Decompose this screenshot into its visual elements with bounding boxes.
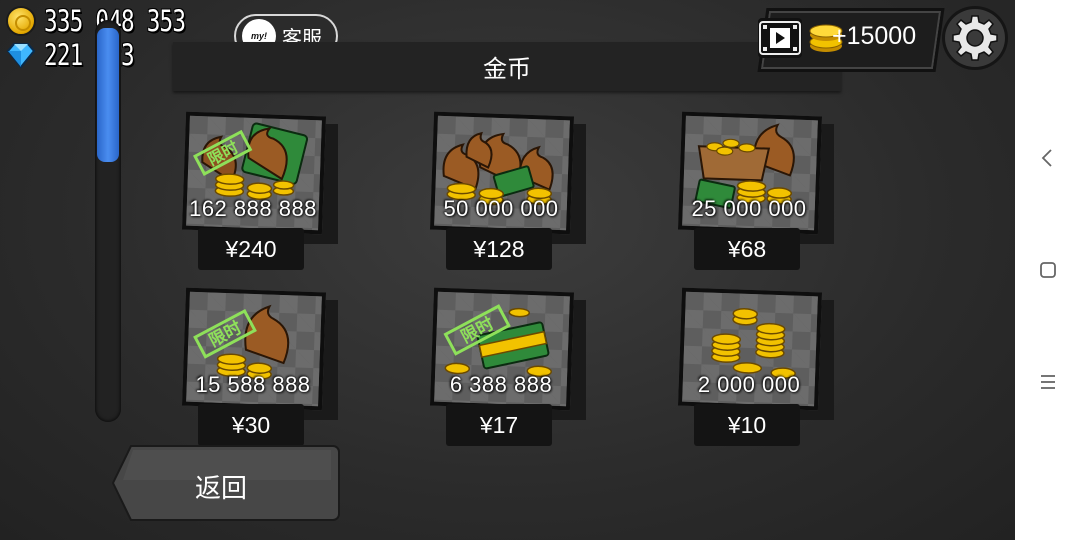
shop-item[interactable]: 25 000 000 ¥68 bbox=[677, 111, 840, 294]
video-reward-amount: +15000 bbox=[832, 22, 917, 50]
game-screen: 335 048 353 221 023 my! 客服 金币 bbox=[0, 0, 1015, 540]
item-amount: 2 000 000 bbox=[697, 372, 801, 397]
shop-item[interactable]: 50 000 000 ¥128 bbox=[429, 111, 592, 294]
item-amount: 162 888 888 bbox=[189, 196, 317, 221]
back-button[interactable]: 返回 bbox=[111, 444, 340, 522]
title-bar: 金币 bbox=[173, 42, 841, 91]
system-navigation-bar bbox=[1015, 0, 1080, 540]
item-price[interactable]: ¥17 bbox=[446, 404, 552, 446]
recents-icon[interactable] bbox=[1035, 369, 1061, 395]
item-price[interactable]: ¥30 bbox=[198, 404, 304, 446]
item-amount: 50 000 000 bbox=[443, 196, 559, 221]
watch-video-reward-button[interactable]: +15000 bbox=[757, 8, 945, 72]
shop-item[interactable]: 限时 6 388 888 ¥17 bbox=[429, 287, 592, 470]
shop-item[interactable]: 限时 162 888 888 ¥240 bbox=[181, 111, 344, 294]
gear-icon bbox=[952, 15, 998, 61]
back-button-label: 返回 bbox=[195, 474, 248, 504]
gold-coin-icon bbox=[6, 6, 36, 36]
shop-item[interactable]: 限时 15 588 888 ¥30 bbox=[181, 287, 344, 470]
home-icon[interactable] bbox=[1035, 257, 1061, 283]
film-play-icon bbox=[758, 18, 802, 58]
item-price[interactable]: ¥10 bbox=[694, 404, 800, 446]
item-price[interactable]: ¥128 bbox=[446, 228, 552, 270]
settings-button[interactable] bbox=[942, 6, 1008, 70]
item-amount: 6 388 888 bbox=[449, 372, 553, 397]
blue-diamond-icon bbox=[6, 43, 36, 69]
item-price[interactable]: ¥240 bbox=[198, 228, 304, 270]
item-amount: 15 588 888 bbox=[195, 372, 311, 397]
page-title: 金币 bbox=[483, 55, 531, 83]
scrollbar-track[interactable] bbox=[95, 20, 121, 422]
gem-balance: 221 023 bbox=[6, 38, 159, 72]
shop-item[interactable]: 2 000 000 ¥10 bbox=[677, 287, 840, 470]
item-amount: 25 000 000 bbox=[691, 196, 807, 221]
scrollbar-thumb[interactable] bbox=[97, 28, 119, 162]
item-price[interactable]: ¥68 bbox=[694, 228, 800, 270]
back-icon[interactable] bbox=[1035, 145, 1061, 171]
